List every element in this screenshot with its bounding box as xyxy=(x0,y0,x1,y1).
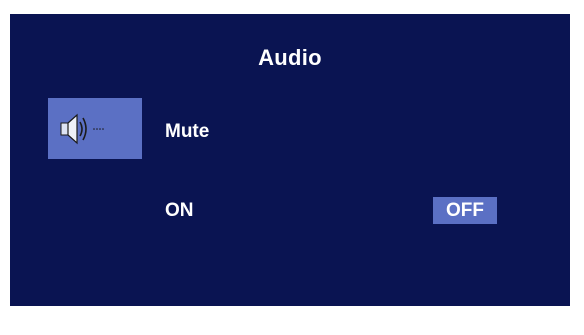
menu-title: Audio xyxy=(258,45,322,70)
speaker-icon xyxy=(60,113,104,145)
on-option[interactable]: ON xyxy=(165,200,194,222)
audio-icon-tile[interactable] xyxy=(48,98,142,159)
mute-label: Mute xyxy=(165,121,210,142)
off-option[interactable]: OFF xyxy=(433,197,497,224)
osd-audio-menu: Audio Mute ON OFF xyxy=(10,14,570,306)
